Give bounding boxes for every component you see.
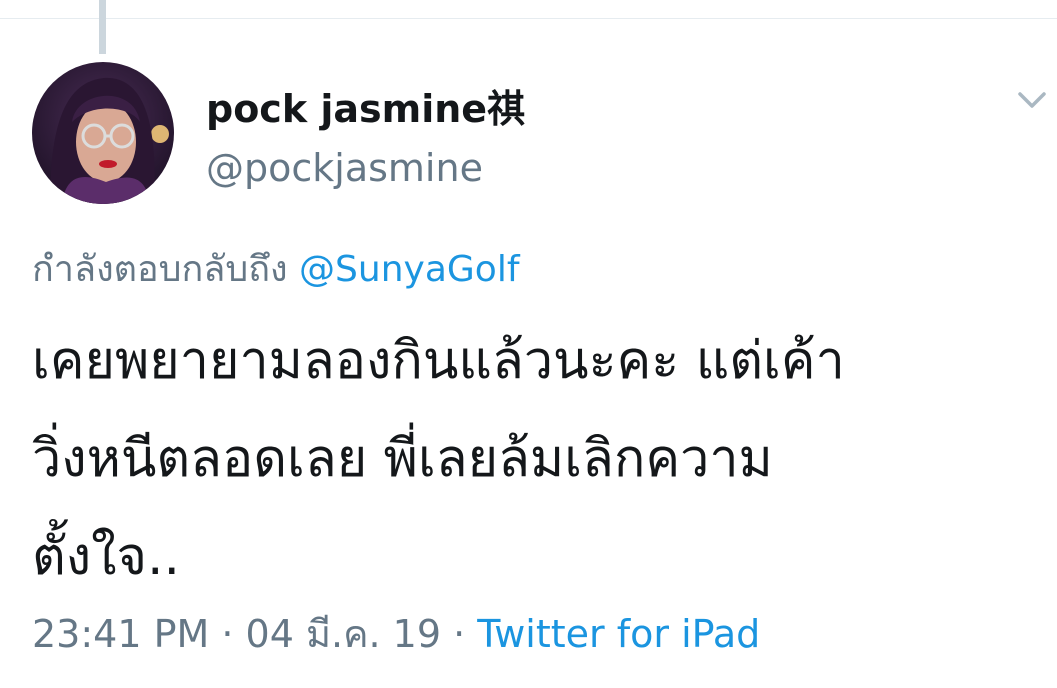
thread-connector-line (99, 0, 106, 54)
tweet-source-link[interactable]: Twitter for iPad (477, 612, 760, 656)
meta-separator: · (209, 612, 246, 656)
tweet-meta: 23:41 PM · 04 มี.ค. 19 · Twitter for iPa… (32, 603, 760, 664)
author-handle[interactable]: @pockjasmine (206, 146, 483, 190)
tweet-text-line: ตั้งใจ.. (32, 527, 181, 587)
avatar[interactable] (32, 62, 174, 204)
reply-mention-link[interactable]: @SunyaGolf (299, 249, 519, 290)
tweet-text-line: วิ่งหนีตลอดเลย พี่เลยล้มเลิกความ (32, 429, 773, 489)
more-options-button[interactable] (1012, 84, 1052, 116)
tweet-time[interactable]: 23:41 PM (32, 612, 209, 656)
top-divider (0, 0, 1057, 19)
tweet-text-line: เคยพยายามลองกินแล้วนะคะ แต่เค้า (32, 331, 845, 391)
author-display-name[interactable]: pock jasmine祺 (206, 78, 525, 133)
avatar-image (32, 62, 174, 204)
tweet-text: เคยพยายามลองกินแล้วนะคะ แต่เค้า วิ่งหนีต… (32, 312, 1032, 606)
tweet-date[interactable]: 04 มี.ค. 19 (246, 612, 442, 656)
meta-separator: · (441, 612, 478, 656)
chevron-down-icon (1018, 92, 1046, 108)
reply-prefix: กำลังตอบกลับถึง (32, 249, 288, 290)
reply-context: กำลังตอบกลับถึง @SunyaGolf (32, 240, 520, 297)
